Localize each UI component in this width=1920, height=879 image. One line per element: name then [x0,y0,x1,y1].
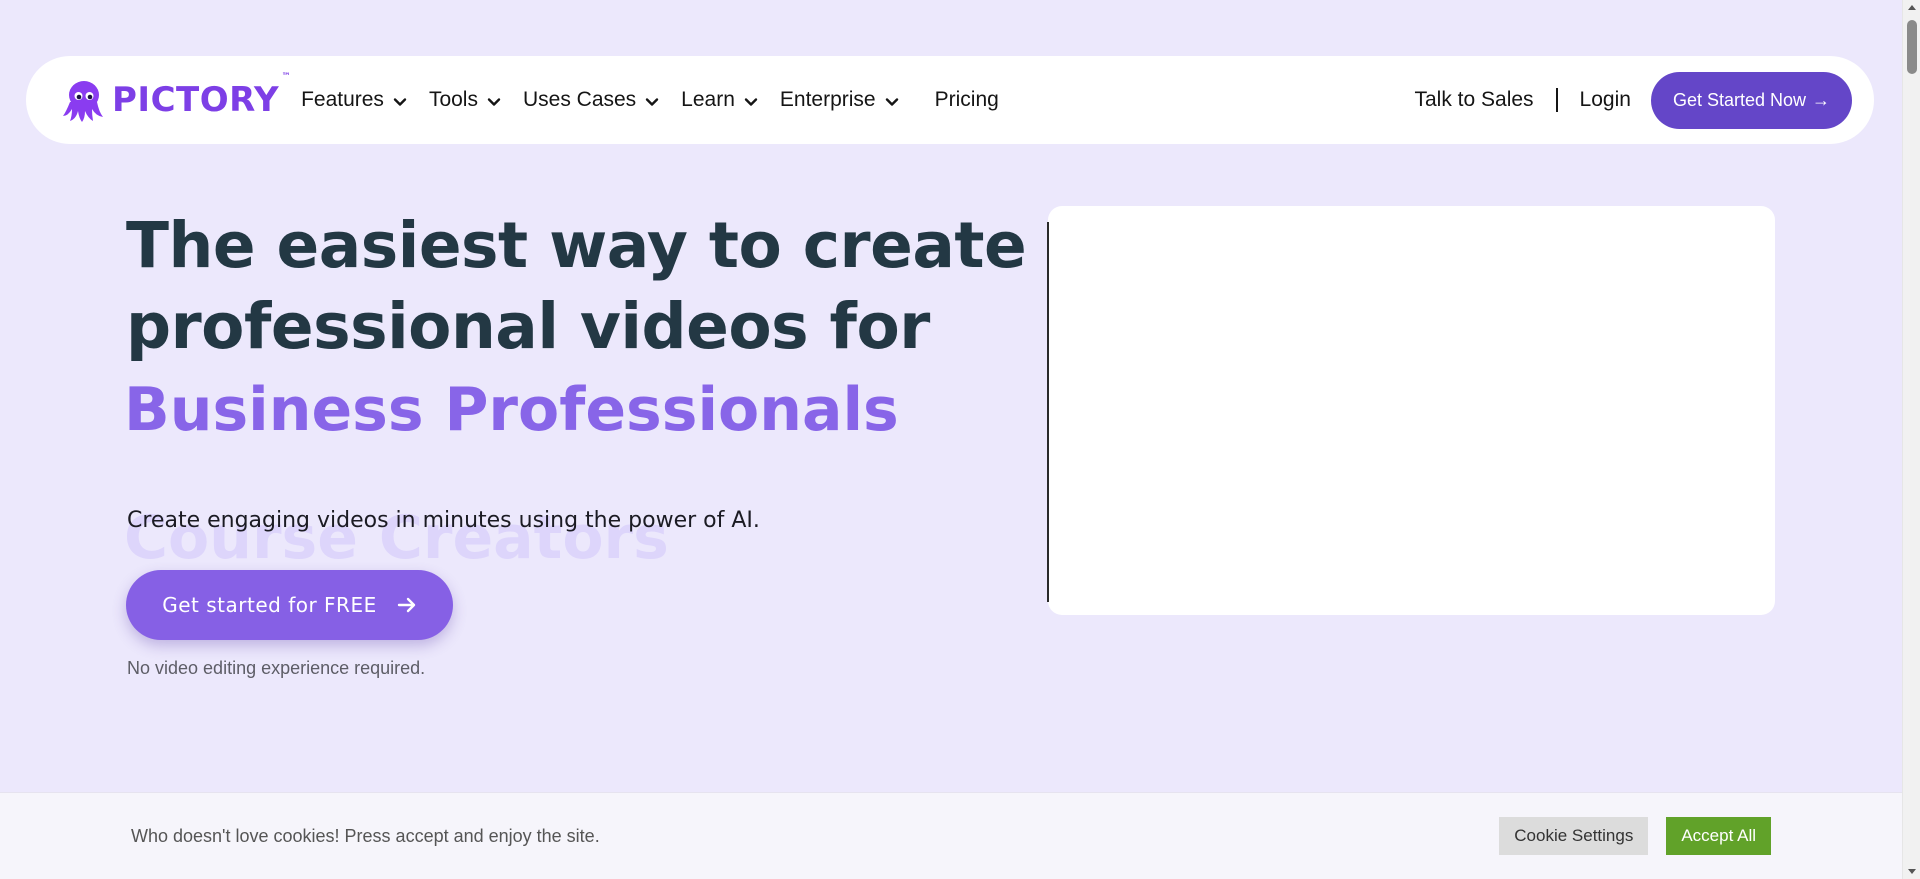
octopus-logo-icon [63,81,103,122]
arrow-right-icon: → [1812,89,1830,110]
hero-title-line-2: professional videos for [126,290,930,363]
nav-divider [1555,88,1558,112]
nav-item-label: Learn [681,88,735,111]
video-edge-line [1047,222,1049,602]
trademark-symbol: ™ [281,72,292,82]
get-started-free-button[interactable]: Get started for FREE [126,570,453,640]
login-link[interactable]: Login [1580,88,1631,112]
chevron-down-icon [885,97,898,106]
get-started-now-button[interactable]: Get Started Now → [1650,71,1852,129]
nav-item-pricing[interactable]: Pricing [935,88,999,112]
chevron-down-icon [645,97,659,106]
cookie-message: Who doesn't love cookies! Press accept a… [131,825,600,846]
get-started-now-label: Get Started Now [1672,89,1806,110]
nav-item-label: Features [301,88,384,111]
nav-actions: Talk to Sales Login Get Started Now → [1414,71,1852,129]
logo[interactable]: PICTORY ™ [60,72,292,124]
nav-item-label: Enterprise [779,88,876,111]
nav-item-label: Uses Cases [522,88,637,111]
nav-item-enterprise[interactable]: Enterprise [780,88,899,112]
cookie-actions: Cookie Settings Accept All [1499,817,1771,855]
accept-all-cookies-button[interactable]: Accept All [1666,817,1771,855]
talk-to-sales-link[interactable]: Talk to Sales [1414,88,1533,112]
chevron-down-icon [744,97,758,106]
scroll-down-arrow-icon[interactable] [1907,868,1917,876]
rotating-audience-text: Business Professionals [124,375,899,445]
top-navbar: PICTORY ™ Features Tools Uses Cases Learn… [26,56,1874,144]
page: PICTORY ™ Features Tools Uses Cases Learn… [0,0,1920,879]
hero-video-player[interactable] [1048,206,1775,615]
arrow-right-icon [397,597,415,613]
chevron-down-icon [487,97,501,106]
scroll-up-arrow-icon[interactable] [1907,3,1917,11]
cookie-consent-bar: Who doesn't love cookies! Press accept a… [0,792,1902,879]
cookie-settings-button[interactable]: Cookie Settings [1499,817,1649,855]
nav-item-features[interactable]: Features [301,88,407,112]
no-experience-note: No video editing experience required. [127,658,426,678]
logo-wordmark: PICTORY ™ [112,72,292,120]
nav-menu: Features Tools Uses Cases Learn Enterpri… [301,88,1021,112]
nav-item-label: Tools [428,88,478,111]
get-started-free-label: Get started for FREE [162,593,377,617]
hero-title-line-1: The easiest way to create [126,209,1027,282]
nav-item-use-cases[interactable]: Uses Cases [523,88,659,112]
scrollbar-thumb[interactable] [1907,20,1917,74]
nav-item-tools[interactable]: Tools [429,88,501,112]
hero-subtitle: Create engaging videos in minutes using … [127,508,760,533]
nav-item-learn[interactable]: Learn [681,88,758,112]
hero-title: The easiest way to create professional v… [126,205,1027,367]
chevron-down-icon [393,97,407,106]
vertical-scrollbar[interactable] [1902,0,1920,879]
